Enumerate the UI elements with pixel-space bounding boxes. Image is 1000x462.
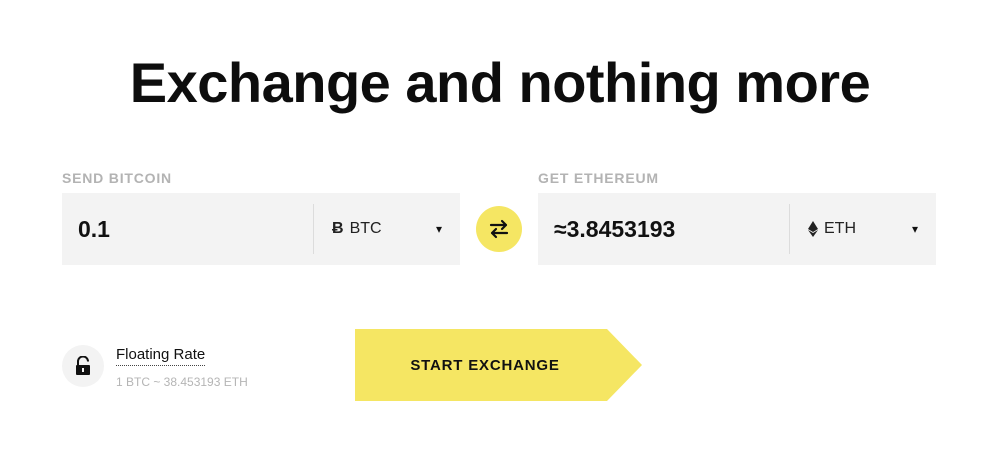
send-label: SEND BITCOIN	[62, 170, 172, 186]
get-currency-select[interactable]: ETH ▾	[790, 193, 936, 265]
bitcoin-icon: Ƀ	[332, 220, 344, 237]
send-amount-input[interactable]: 0.1	[62, 216, 313, 243]
chevron-down-icon: ▾	[435, 222, 442, 236]
get-label: GET ETHEREUM	[538, 170, 659, 186]
send-field: 0.1 Ƀ BTC ▾	[62, 193, 460, 265]
get-amount-value: ≈3.8453193	[554, 215, 676, 242]
floating-rate-link[interactable]: Floating Rate	[116, 346, 206, 366]
get-currency-code: ETH	[824, 220, 856, 237]
page-title: Exchange and nothing more	[129, 51, 871, 114]
send-currency-code: BTC	[349, 220, 382, 237]
swap-arrows-icon	[489, 219, 509, 239]
start-exchange-button[interactable]: START EXCHANGE	[355, 329, 643, 401]
start-exchange-label: START EXCHANGE	[410, 356, 560, 374]
rate-subtitle: 1 BTC ~ 38.453193 ETH	[116, 375, 248, 389]
swap-button[interactable]	[476, 206, 522, 252]
ethereum-icon	[808, 221, 818, 237]
chevron-down-icon: ▾	[911, 222, 918, 236]
send-currency-select[interactable]: Ƀ BTC ▾	[314, 193, 460, 265]
get-field: ≈3.8453193 ETH ▾	[538, 193, 936, 265]
rate-lock-toggle[interactable]	[62, 345, 104, 387]
unlock-icon	[76, 356, 90, 375]
